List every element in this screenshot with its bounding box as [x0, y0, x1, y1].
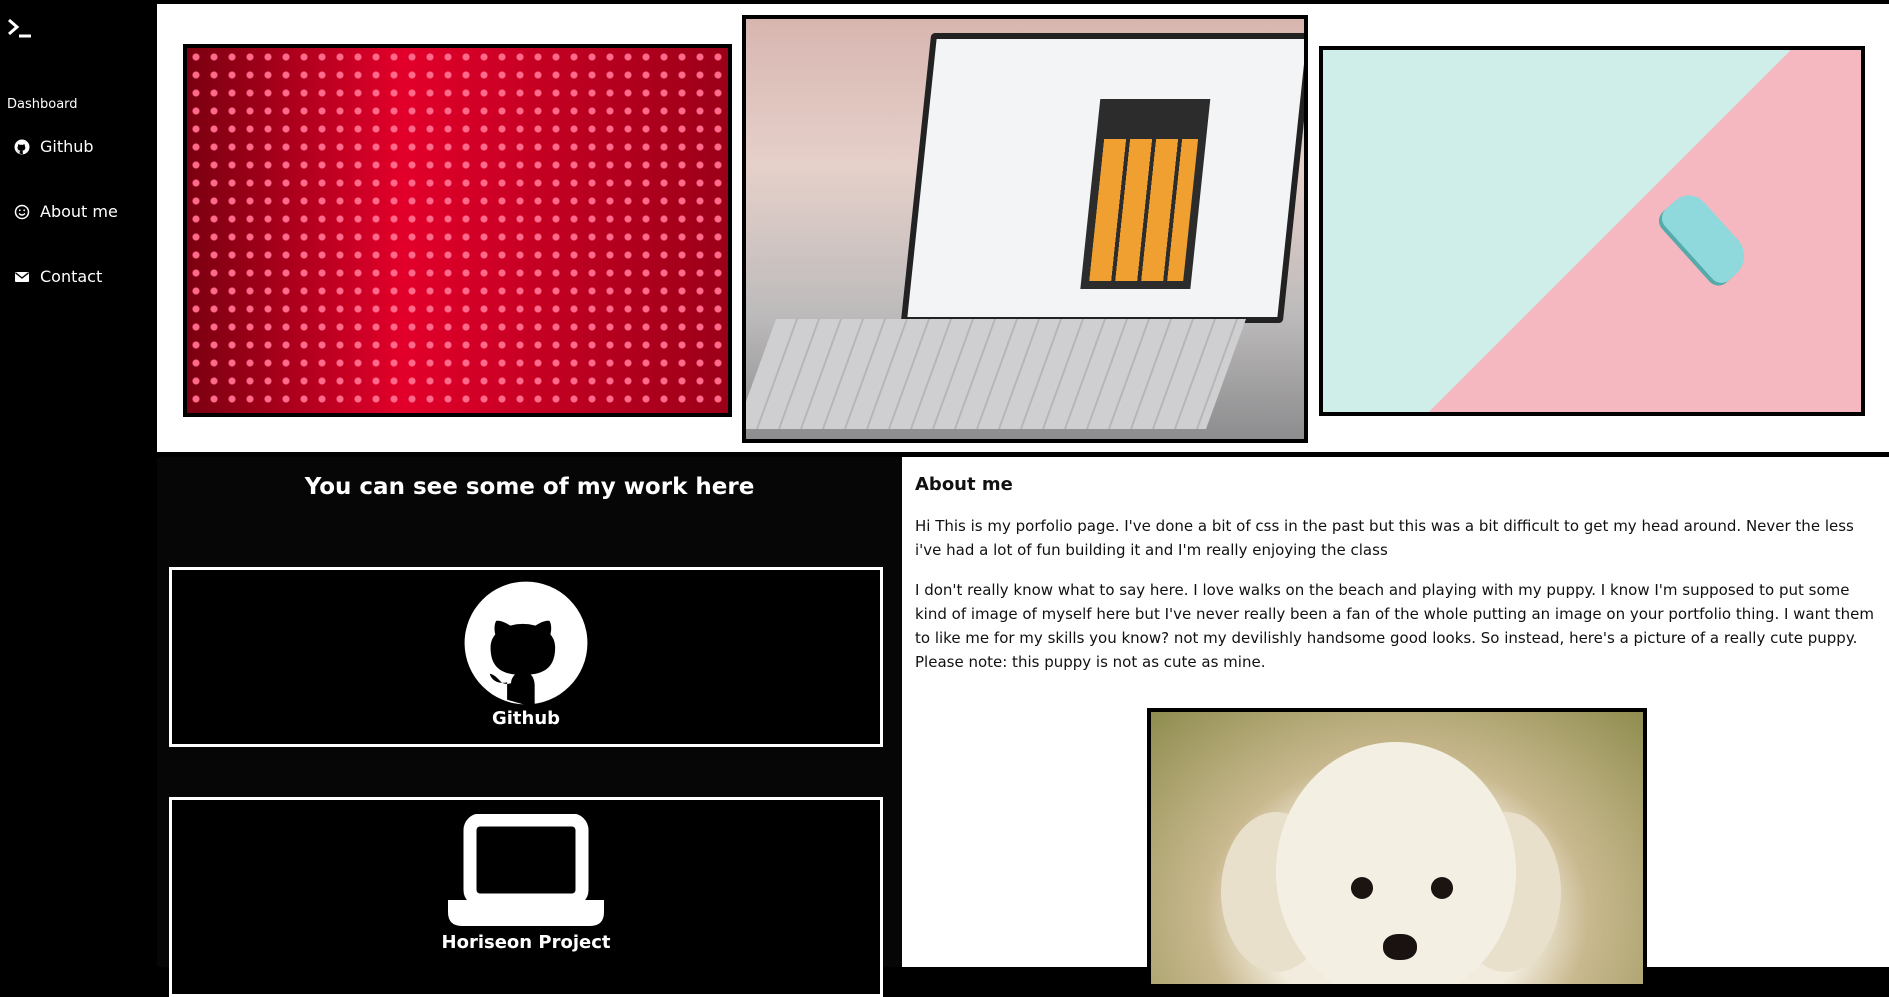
envelope-icon [15, 271, 29, 282]
puppy-eye [1431, 877, 1453, 899]
sidebar-item-github[interactable]: Github [14, 137, 94, 156]
github-project-card[interactable]: Github [169, 567, 883, 747]
sidebar-item-contact[interactable]: Contact [14, 267, 102, 286]
work-section: You can see some of my work here Github … [157, 457, 902, 997]
calculator-keys [1089, 139, 1199, 281]
github-icon [14, 139, 30, 154]
card-label: Horiseon Project [441, 932, 611, 953]
laptop-calculator-image [742, 15, 1308, 443]
laptop-keyboard [746, 319, 1247, 429]
sidebar-item-label: Contact [40, 267, 103, 286]
puppy-image [1147, 708, 1647, 988]
about-heading: About me [915, 474, 1013, 495]
toy-car [1656, 187, 1755, 288]
github-icon [464, 581, 588, 706]
horiseon-project-card[interactable]: Horiseon Project [169, 797, 883, 997]
sidebar: Dashboard Github About me Contact [0, 0, 157, 967]
dashboard-label: Dashboard [7, 97, 78, 112]
about-section: About me Hi This is my porfolio page. I'… [902, 457, 1889, 988]
laptop-screen [900, 33, 1304, 323]
image-gallery [157, 4, 1889, 452]
work-title: You can see some of my work here [304, 474, 755, 500]
puppy-eye [1351, 877, 1373, 899]
laptop-icon [448, 814, 604, 926]
card-label: Github [491, 708, 561, 729]
about-paragraph: Hi This is my porfolio page. I've done a… [915, 517, 1854, 559]
sidebar-item-about-me[interactable]: About me [14, 202, 118, 221]
smiley-icon [14, 204, 30, 219]
red-led-wall-image [183, 44, 732, 417]
about-paragraph: I don't really know what to say here. I … [915, 581, 1875, 671]
terminal-prompt-icon[interactable] [6, 15, 36, 41]
sidebar-item-label: Github [40, 137, 94, 156]
toy-car-image [1319, 46, 1865, 416]
sidebar-item-label: About me [40, 202, 118, 221]
calculator-app [1080, 99, 1211, 289]
puppy-nose [1383, 934, 1417, 960]
